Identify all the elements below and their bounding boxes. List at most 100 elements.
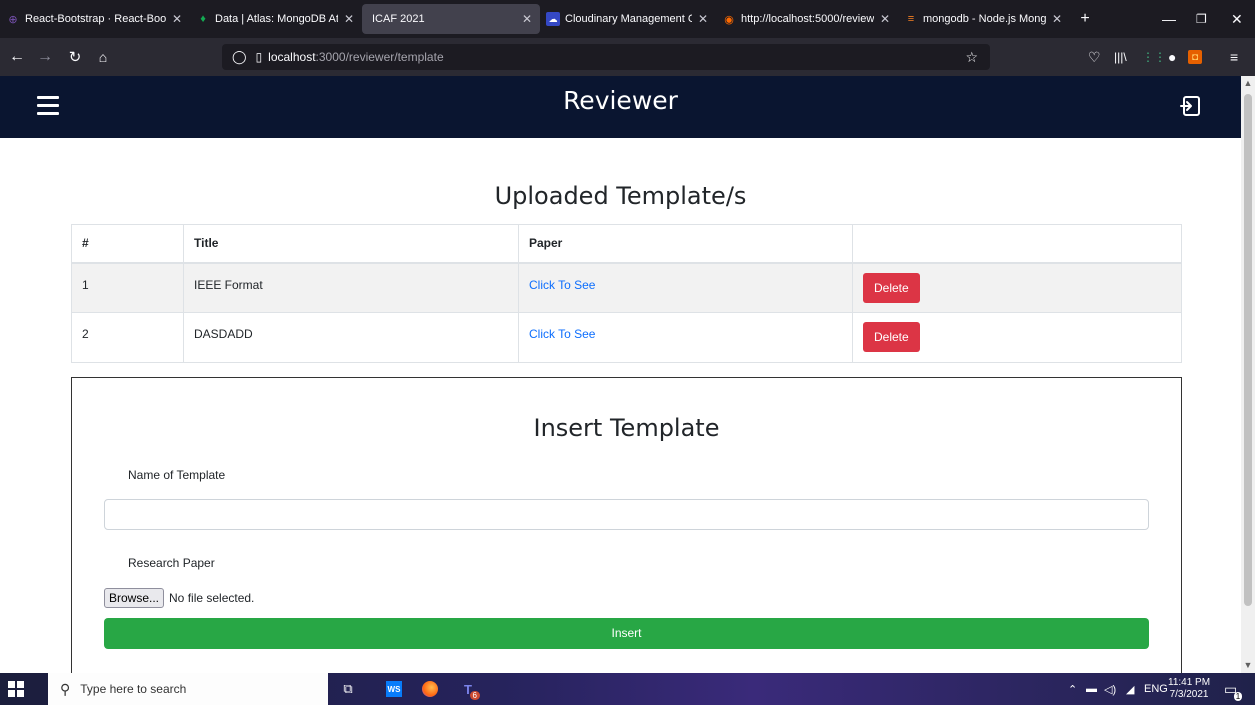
webstorm-icon[interactable]: WS (384, 679, 404, 699)
scrollbar-thumb[interactable] (1244, 94, 1252, 606)
scroll-up-icon[interactable]: ▲ (1241, 78, 1255, 88)
insert-template-heading: Insert Template (533, 414, 720, 442)
page-title: Reviewer (563, 86, 678, 115)
page-scrollbar[interactable]: ▲ ▼ (1241, 76, 1255, 673)
uploaded-templates-heading: Uploaded Template/s (494, 182, 747, 210)
insert-template-form: Insert Template Name of Template Researc… (71, 377, 1182, 673)
shield-icon[interactable]: ◯ (232, 49, 247, 65)
task-view-icon[interactable]: ⧉ (338, 679, 358, 699)
close-icon[interactable]: ✕ (1052, 12, 1062, 26)
extension-vue-icon[interactable]: ⋮⋮ (1142, 38, 1166, 76)
table-header-row: # Title Paper (71, 224, 1182, 264)
browser-tab[interactable]: ♦ Data | Atlas: MongoDB Atlas ✕ (190, 0, 362, 38)
app-header: Reviewer (0, 76, 1241, 138)
scroll-down-icon[interactable]: ▼ (1241, 660, 1255, 670)
cell-paper: Click To See (518, 312, 853, 363)
cell-actions: Delete (852, 312, 1182, 363)
cell-title: IEEE Format (183, 262, 519, 313)
cell-paper: Click To See (518, 262, 853, 313)
notification-count: 1 (1233, 691, 1243, 701)
new-tab-button[interactable]: + (1070, 0, 1102, 38)
clock[interactable]: 11:41 PM 7/3/2021 (1168, 673, 1210, 705)
close-icon[interactable]: ✕ (172, 12, 182, 26)
page-icon: ▯ (255, 50, 263, 64)
close-icon[interactable]: ✕ (344, 12, 354, 26)
column-header-paper: Paper (518, 224, 853, 264)
delete-button[interactable]: Delete (863, 322, 920, 352)
close-icon[interactable]: ✕ (880, 12, 890, 26)
cloudinary-icon: ☁ (546, 12, 560, 26)
reload-icon[interactable]: ↻ (64, 48, 86, 66)
address-bar[interactable]: ◯ ▯ localhost:3000/reviewer/template ☆ (222, 44, 990, 70)
cell-title: DASDADD (183, 312, 519, 363)
click-to-see-link[interactable]: Click To See (529, 278, 595, 292)
taskbar-search-box[interactable]: ⚲ Type here to search (48, 673, 328, 705)
forward-arrow-icon[interactable]: → (34, 48, 56, 66)
cell-number: 1 (71, 262, 184, 313)
templates-table: # Title Paper 1 IEEE Format Click To See… (71, 224, 1182, 363)
close-icon[interactable]: ✕ (698, 12, 708, 26)
insert-button[interactable]: Insert (104, 618, 1149, 649)
teams-badge: 6 (469, 691, 480, 700)
search-icon: ⚲ (60, 680, 71, 697)
minimize-icon[interactable]: — (1162, 0, 1176, 38)
browser-tab[interactable]: ◉ http://localhost:5000/reviewer/ ✕ (716, 0, 898, 38)
language-indicator[interactable]: ENG (1144, 673, 1168, 705)
windows-taskbar: ⚲ Type here to search ⧉ WS T 6 ⌃ ▬ ◁) ◢ … (0, 673, 1255, 705)
tab-title: Cloudinary Management Cons (565, 13, 692, 25)
browser-tab[interactable]: ≡ mongodb - Node.js Mongoose ✕ (898, 0, 1070, 38)
logout-icon[interactable] (1179, 94, 1203, 118)
cell-number: 2 (71, 312, 184, 363)
clock-date: 7/3/2021 (1169, 689, 1209, 700)
browser-tab-active[interactable]: ICAF 2021 ✕ (362, 4, 540, 34)
volume-icon[interactable]: ◁) (1104, 673, 1116, 705)
tab-title: React-Bootstrap · React-Bootst (25, 13, 166, 25)
battery-icon[interactable]: ▬ (1086, 673, 1097, 705)
browser-tab[interactable]: ☁ Cloudinary Management Cons ✕ (540, 0, 716, 38)
pocket-icon[interactable]: ♡ (1088, 38, 1101, 76)
page-viewport: Reviewer Uploaded Template/s # Title Pap… (0, 76, 1241, 673)
extension-icon[interactable]: ● (1168, 38, 1176, 76)
window-close-icon[interactable]: ✕ (1231, 0, 1243, 38)
windows-start-icon[interactable] (8, 681, 24, 697)
library-icon[interactable]: |||\ (1114, 38, 1127, 76)
click-to-see-link[interactable]: Click To See (529, 327, 595, 341)
column-header-title: Title (183, 224, 519, 264)
notification-icon[interactable]: ▭ 1 (1224, 673, 1243, 705)
back-arrow-icon[interactable]: ← (6, 48, 28, 66)
wifi-icon[interactable]: ◢ (1126, 673, 1134, 705)
tray-chevron-icon[interactable]: ⌃ (1068, 673, 1077, 705)
stackoverflow-icon: ≡ (907, 13, 915, 25)
tab-title: ICAF 2021 (372, 13, 425, 25)
browse-button[interactable]: Browse... (104, 588, 165, 608)
tab-title: mongodb - Node.js Mongoose (923, 13, 1046, 25)
search-placeholder: Type here to search (80, 682, 187, 696)
react-bootstrap-icon: ⊕ (8, 13, 18, 26)
delete-button[interactable]: Delete (863, 272, 920, 303)
url-host: localhost (268, 50, 316, 64)
home-icon[interactable]: ⌂ (92, 49, 114, 65)
file-status: No file selected. (169, 591, 255, 605)
browser-tab[interactable]: ⊕ React-Bootstrap · React-Bootst ✕ (0, 0, 190, 38)
column-header-actions (852, 224, 1182, 264)
column-header-number: # (71, 224, 184, 264)
template-name-input[interactable] (104, 499, 1149, 530)
browser-tab-bar: ⊕ React-Bootstrap · React-Bootst ✕ ♦ Dat… (0, 0, 1255, 38)
teams-icon[interactable]: T 6 (458, 679, 480, 700)
browser-nav-bar: ← → ↻ ⌂ ◯ ▯ localhost:3000/reviewer/temp… (0, 38, 1255, 76)
cell-actions: Delete (852, 262, 1182, 313)
close-icon[interactable]: ✕ (522, 12, 532, 26)
tab-title: Data | Atlas: MongoDB Atlas (215, 13, 338, 25)
extension-orange-icon[interactable]: ◘ (1188, 38, 1202, 76)
research-paper-label: Research Paper (128, 556, 215, 570)
template-name-label: Name of Template (128, 468, 226, 482)
clock-time: 11:41 PM (1168, 677, 1211, 688)
tab-title: http://localhost:5000/reviewer/ (741, 13, 874, 25)
restore-icon[interactable]: ❐ (1196, 0, 1207, 38)
table-row: 2 DASDADD Click To See Delete (71, 312, 1182, 363)
firefox-icon[interactable] (420, 679, 440, 699)
file-picker: Browse... No file selected. (104, 588, 254, 608)
bookmark-star-icon[interactable]: ☆ (965, 49, 978, 66)
url-text[interactable]: localhost:3000/reviewer/template (268, 50, 443, 64)
menu-icon[interactable]: ≡ (1230, 38, 1238, 76)
